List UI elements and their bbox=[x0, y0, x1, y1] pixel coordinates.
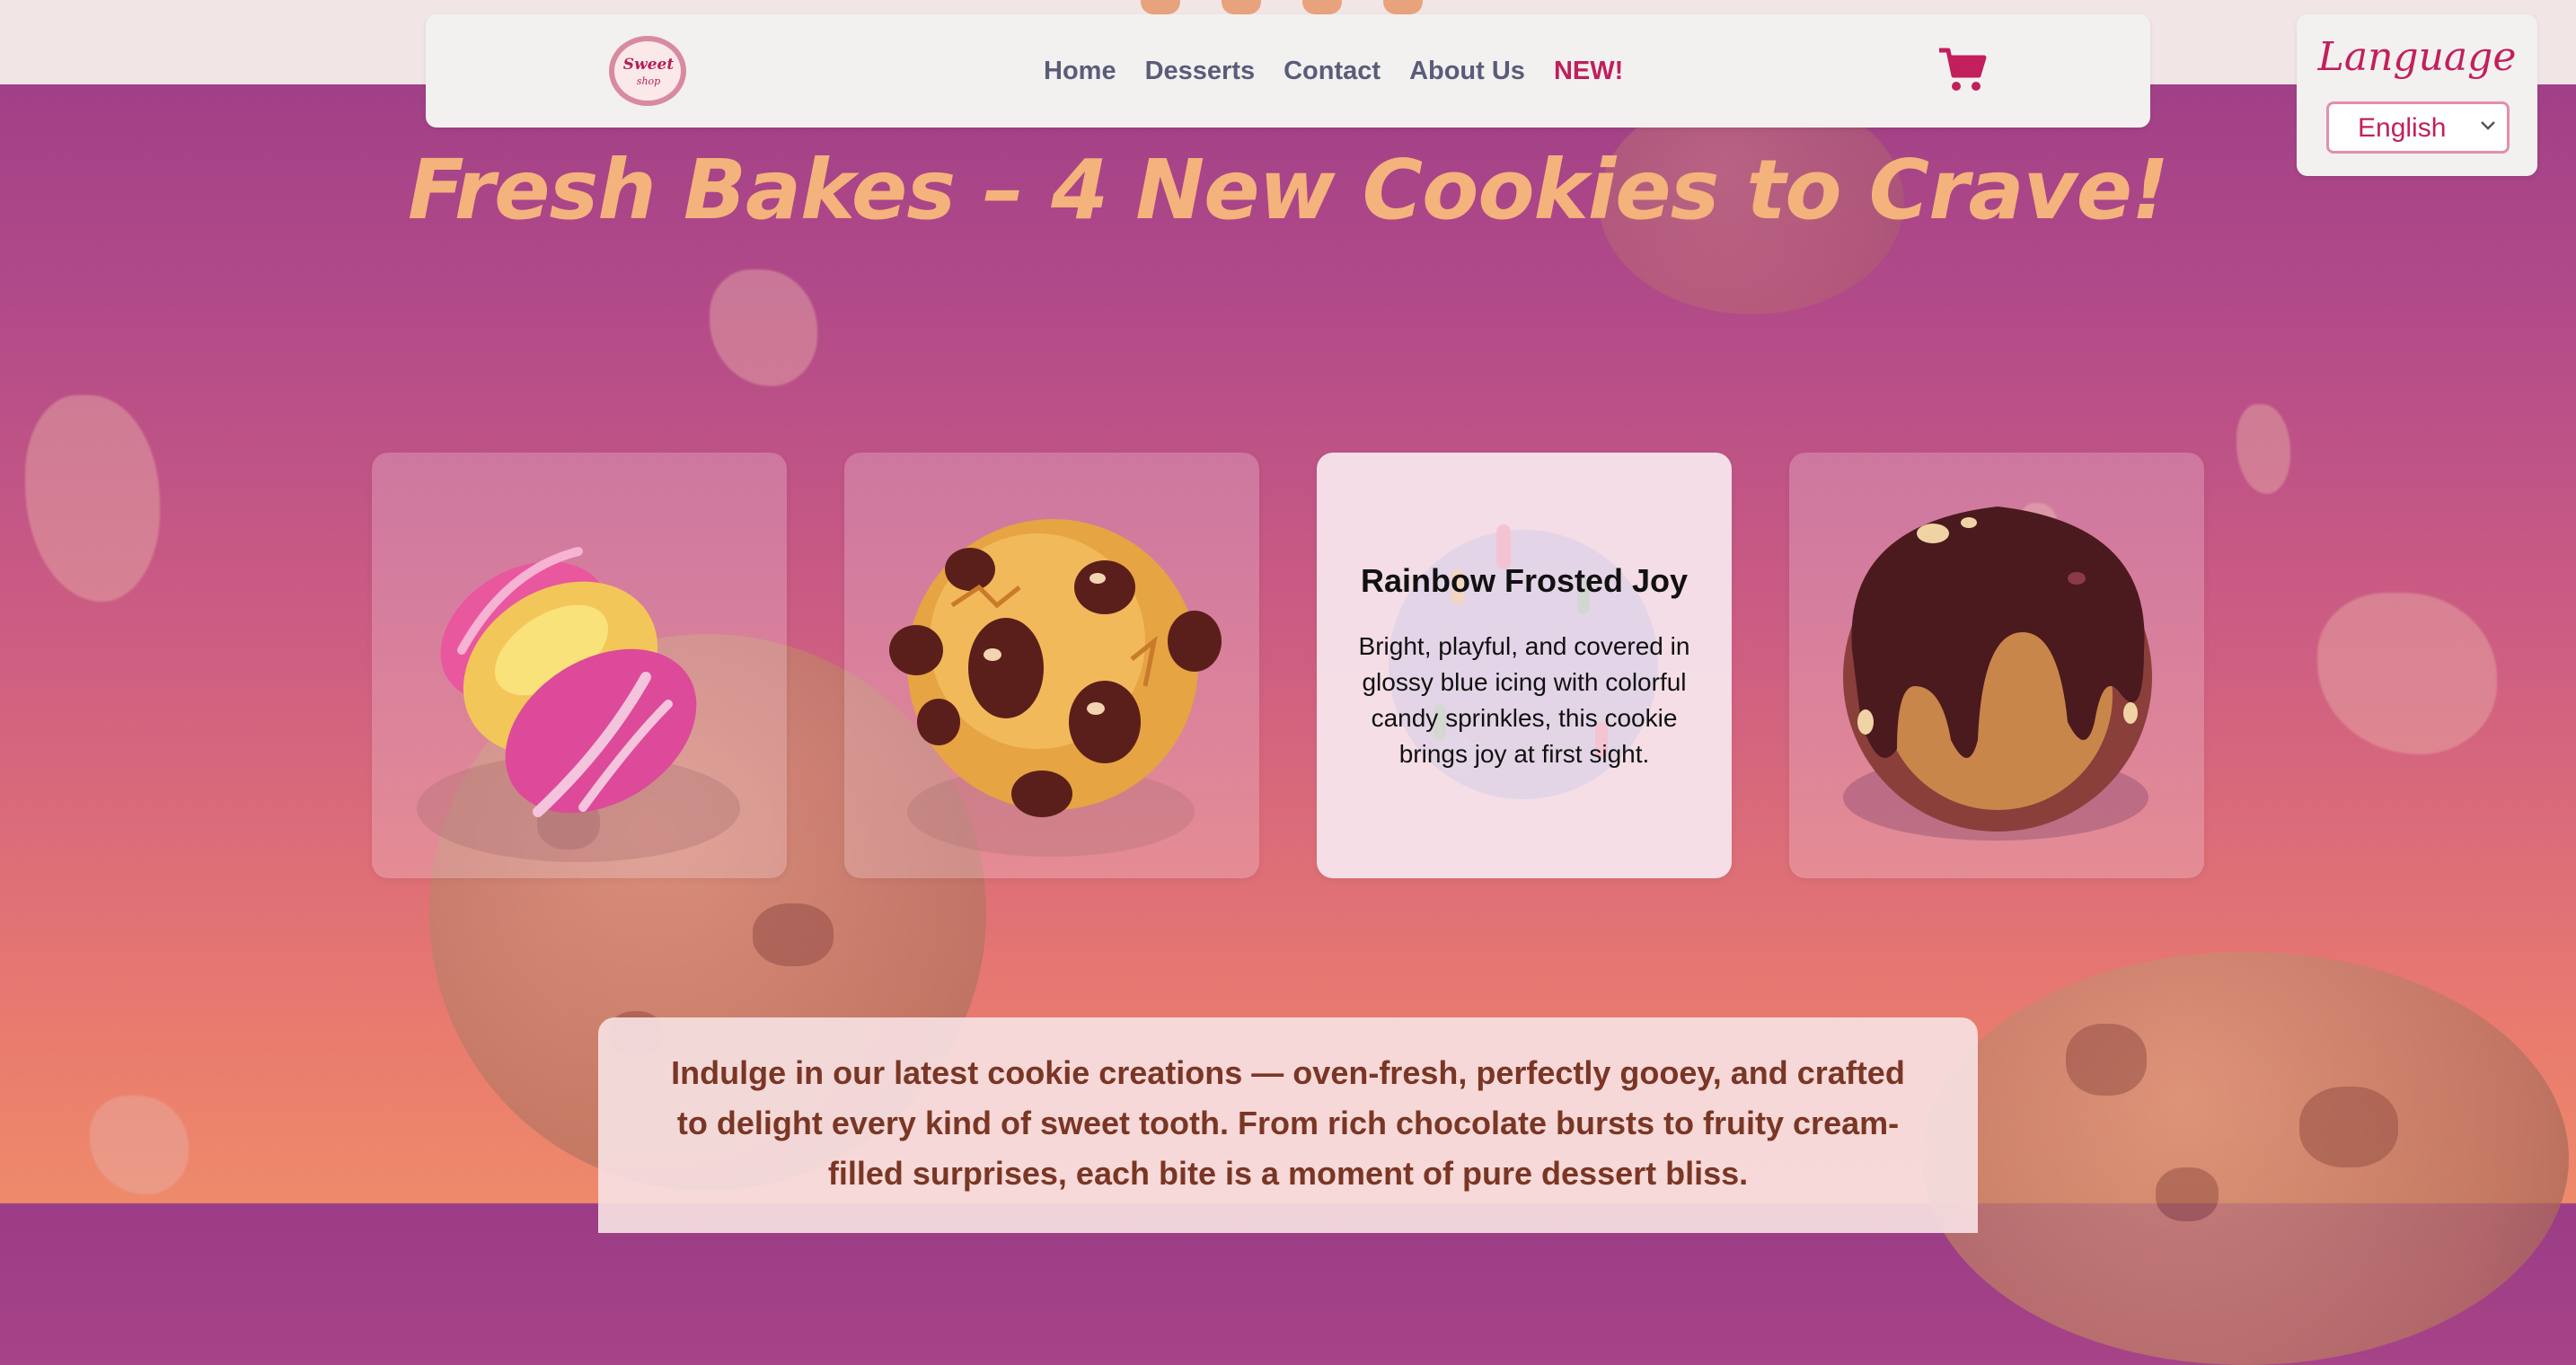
cart-icon[interactable] bbox=[1937, 47, 1988, 93]
main-nav: Home Desserts Contact About Us NEW! bbox=[1044, 14, 1623, 128]
nav-home[interactable]: Home bbox=[1044, 57, 1116, 86]
card-title: Rainbow Frosted Joy bbox=[1360, 562, 1689, 599]
language-title: Language bbox=[2317, 34, 2517, 80]
card-description: Bright, playful, and covered in glossy b… bbox=[1358, 632, 1690, 768]
navbar: Sweet shop Home Desserts Contact About U… bbox=[426, 14, 2150, 128]
intro-panel: Indulge in our latest cookie creations —… bbox=[598, 1017, 1978, 1233]
background-crumb bbox=[2317, 593, 2497, 754]
pink-yellow-swirl-cookie-image bbox=[417, 547, 740, 862]
background-crumb bbox=[90, 1096, 189, 1194]
header-decoration bbox=[1141, 0, 1423, 14]
nav-desserts[interactable]: Desserts bbox=[1145, 57, 1256, 86]
cookie-card[interactable]: Rainbow Frosted Joy Bright, playful, and… bbox=[1317, 453, 1732, 878]
nav-about-us[interactable]: About Us bbox=[1409, 57, 1525, 86]
chevron-down-icon bbox=[2481, 121, 2495, 130]
chocolate-chip-cookie-image bbox=[889, 519, 1222, 857]
background-crumb bbox=[25, 395, 160, 602]
cookie-card[interactable] bbox=[844, 453, 1259, 878]
nav-new[interactable]: NEW! bbox=[1554, 57, 1623, 86]
background-cookie bbox=[1922, 952, 2569, 1365]
logo-subtext: shop bbox=[636, 75, 661, 87]
page-headline: Fresh Bakes – 4 New Cookies to Crave! bbox=[408, 142, 2169, 238]
logo-text: Sweet bbox=[622, 56, 675, 74]
background-crumb bbox=[710, 269, 817, 386]
cookie-card[interactable] bbox=[1789, 453, 2204, 878]
intro-text: Indulge in our latest cookie creations —… bbox=[671, 1054, 1905, 1192]
cookie-card[interactable] bbox=[372, 453, 787, 878]
nav-contact[interactable]: Contact bbox=[1284, 57, 1381, 86]
background-crumb bbox=[2236, 404, 2290, 494]
language-selected-value: English bbox=[2358, 113, 2447, 143]
logo[interactable]: Sweet shop bbox=[605, 32, 692, 110]
chocolate-drizzle-cookie-image bbox=[1843, 506, 2152, 841]
